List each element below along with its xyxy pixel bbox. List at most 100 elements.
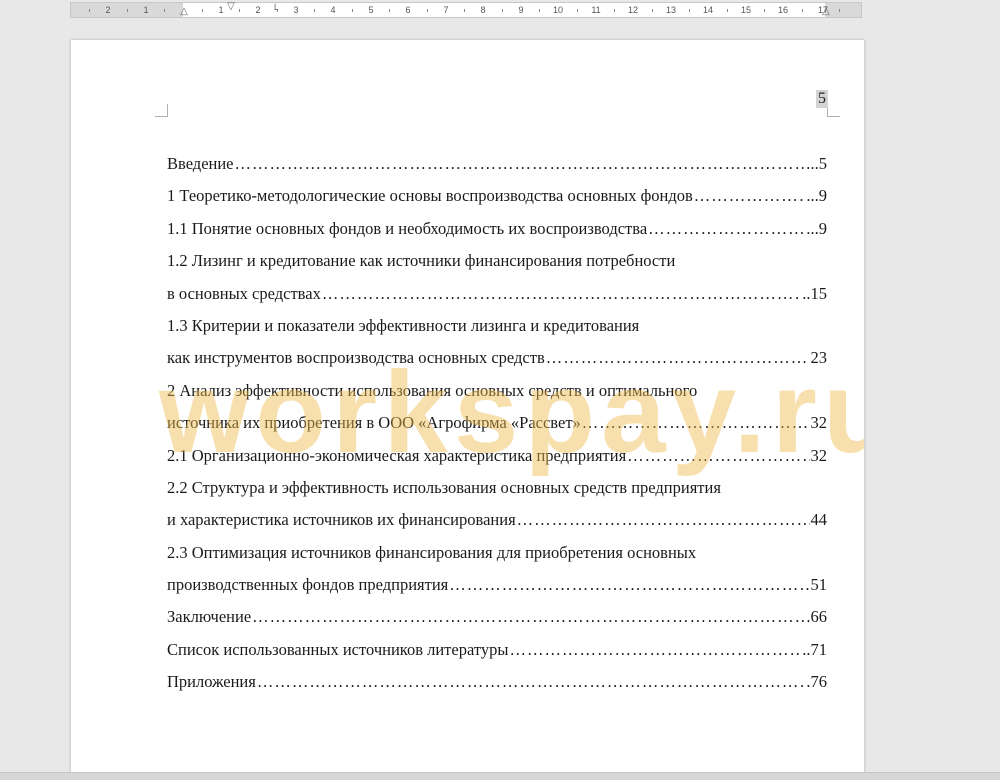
toc-entry-page: 32: [810, 413, 828, 433]
toc-entry-title: Приложения: [167, 672, 256, 692]
toc-entry-page: 51: [810, 575, 828, 595]
tab-stop-marker[interactable]: └: [272, 6, 278, 16]
ruler-tick: [764, 9, 765, 12]
toc-dot-leader: [322, 278, 801, 310]
toc-entry[interactable]: Список использованных источников литерат…: [167, 634, 827, 666]
ruler-tick: [427, 9, 428, 12]
right-margin-corner-mark: [827, 104, 840, 117]
toc-dot-leader: [257, 666, 806, 698]
toc-entry-title: в основных средствах: [167, 283, 321, 303]
ruler-tick: [127, 9, 128, 12]
toc-entry-title: 2.1 Организационно-экономическая характе…: [167, 445, 627, 465]
toc-entry[interactable]: 2.3 Оптимизация источников финансировани…: [167, 537, 827, 569]
toc-entry[interactable]: Введение ..5: [167, 148, 827, 180]
toc-entry-title: 2 Анализ эффективности использования осн…: [167, 380, 698, 400]
ruler-number: 13: [665, 5, 677, 15]
ruler-tick: [164, 9, 165, 12]
ruler-tick: [464, 9, 465, 12]
toc-entry[interactable]: 2.2 Структура и эффективность использова…: [167, 472, 827, 504]
ruler-number: 15: [740, 5, 752, 15]
ruler-number: 1: [218, 5, 224, 15]
ruler-number: 8: [480, 5, 486, 15]
right-indent-marker[interactable]: △: [822, 7, 830, 17]
toc-entry-page: 32: [810, 445, 828, 465]
toc-entry[interactable]: как инструментов воспроизводства основны…: [167, 342, 827, 374]
toc-entry-page: ...9: [806, 186, 827, 206]
toc-dot-leader: [252, 601, 805, 633]
ruler-tick: [539, 9, 540, 12]
toc-entry[interactable]: Заключение .66: [167, 601, 827, 633]
header-page-number[interactable]: 5: [816, 90, 828, 108]
ruler-tick: [802, 9, 803, 12]
ruler-number: 11: [591, 5, 601, 15]
toc-entry-page: ..5: [810, 154, 828, 173]
toc-dot-leader: [627, 440, 809, 472]
word-editor-window: 2 1 1 2 3 4 5 6 7 8 9 10 11 12 13 14 15 16 17 △ ▽ └ △ 5 Вв…: [0, 0, 1000, 780]
ruler-tick: [352, 9, 353, 12]
ruler-number: 5: [368, 5, 374, 15]
ruler-tick: [652, 9, 653, 12]
status-bar: [0, 772, 1000, 780]
toc-entry-title: 1 Теоретико-методологические основы восп…: [167, 186, 693, 206]
ruler-number: 4: [330, 5, 336, 15]
toc-entry-title: 2.2 Структура и эффективность использова…: [167, 477, 721, 497]
ruler-number: 12: [627, 5, 639, 15]
ruler-number: 9: [518, 5, 524, 15]
ruler-tick: [689, 9, 690, 12]
toc-entry-page: ..15: [802, 283, 827, 303]
toc-dot-leader: [509, 634, 801, 666]
toc-dot-leader: [582, 407, 810, 439]
ruler-tick: [389, 9, 390, 12]
ruler-number: 2: [255, 5, 261, 15]
toc-entry[interactable]: 1.2 Лизинг и кредитование как источники …: [167, 245, 827, 277]
toc-entry[interactable]: в основных средствах ..15: [167, 278, 827, 310]
document-page[interactable]: 5 Введение ..5 1 Теоретико-методологически…: [71, 40, 864, 780]
toc-entry[interactable]: 2.1 Организационно-экономическая характе…: [167, 440, 827, 472]
toc-entry-page: .66: [806, 607, 827, 627]
toc-entry-title: Заключение: [167, 607, 252, 627]
toc-entry-title: источника их приобретения в ООО «Агрофир…: [167, 413, 581, 433]
toc-dot-leader: [546, 342, 810, 374]
ruler-number: 6: [405, 5, 411, 15]
ruler-tick: [502, 9, 503, 12]
toc-entry[interactable]: 1 Теоретико-методологические основы восп…: [167, 180, 827, 212]
ruler-number: 3: [293, 5, 299, 15]
toc-entry-page: ..9: [810, 218, 828, 238]
toc-entry-title: 1.2 Лизинг и кредитование как источники …: [167, 251, 676, 271]
toc-entry[interactable]: производственных фондов предприятия 51: [167, 569, 827, 601]
horizontal-ruler[interactable]: 2 1 1 2 3 4 5 6 7 8 9 10 11 12 13 14 15 16 17 △ ▽ └ △: [70, 2, 862, 18]
ruler-number: 14: [702, 5, 714, 15]
first-line-indent-marker[interactable]: ▽: [227, 2, 235, 12]
toc-entry[interactable]: Приложения .76: [167, 666, 827, 698]
ruler-number: 2: [105, 5, 111, 15]
toc-dot-leader: [694, 180, 806, 212]
toc-entry[interactable]: источника их приобретения в ООО «Агрофир…: [167, 407, 827, 439]
ruler-tick: [614, 9, 615, 12]
toc-dot-leader: [648, 213, 809, 245]
toc-entry[interactable]: и характеристика источников их финансиро…: [167, 504, 827, 536]
toc-entry[interactable]: 1.1 Понятие основных фондов и необходимо…: [167, 213, 827, 245]
table-of-contents[interactable]: Введение ..5 1 Теоретико-методологические …: [167, 148, 827, 699]
ruler-tick: [727, 9, 728, 12]
toc-entry-page: 44: [810, 510, 828, 530]
toc-entry-title: производственных фондов предприятия: [167, 575, 449, 595]
ruler-right-margin: [825, 3, 861, 17]
toc-entry-title: Список использованных источников литерат…: [167, 639, 509, 659]
ruler-number: 10: [552, 5, 564, 15]
toc-entry-title: как инструментов воспроизводства основны…: [167, 348, 545, 368]
toc-entry-page: .76: [806, 672, 827, 692]
toc-entry[interactable]: 1.3 Критерии и показатели эффективности …: [167, 310, 827, 342]
left-margin-corner-mark: [155, 104, 168, 117]
ruler-tick: [202, 9, 203, 12]
ruler-tick: [577, 9, 578, 12]
ruler-tick: [89, 9, 90, 12]
toc-dot-leader: [449, 569, 809, 601]
left-indent-marker[interactable]: △: [180, 7, 188, 17]
toc-entry-title: Введение: [167, 154, 234, 173]
ruler-number: 1: [143, 5, 149, 15]
toc-entry-title: 2.3 Оптимизация источников финансировани…: [167, 542, 697, 562]
ruler-tick: [239, 9, 240, 12]
toc-entry-page: 23: [810, 348, 828, 368]
ruler-number: 7: [443, 5, 449, 15]
toc-entry[interactable]: 2 Анализ эффективности использования осн…: [167, 375, 827, 407]
